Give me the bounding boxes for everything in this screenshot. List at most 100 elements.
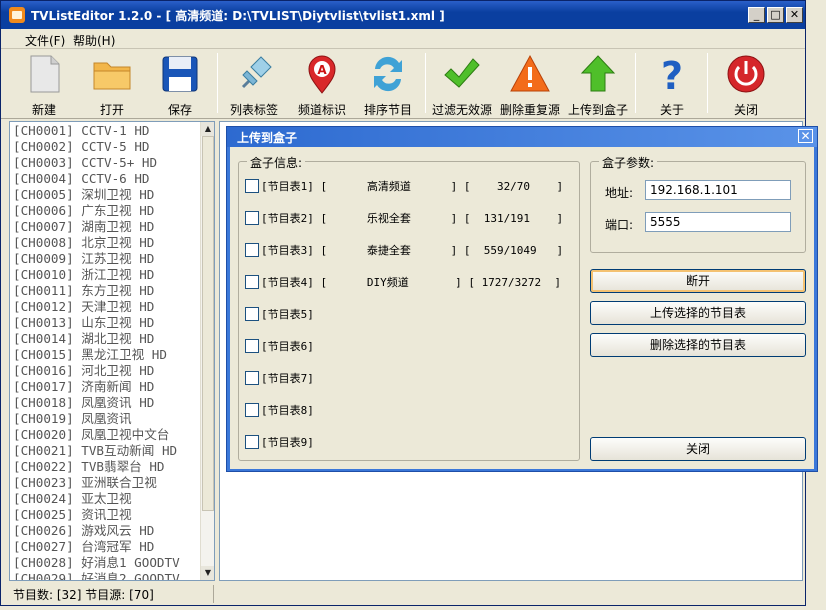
save-label: 保存 <box>167 103 192 117</box>
channel-list-item[interactable]: [CH0014] 湖北卫视 HD <box>13 331 199 347</box>
program-list-row[interactable]: [节目表6] <box>245 336 565 356</box>
box-params-title: 盒子参数: <box>599 154 658 171</box>
remove-duplicates-button[interactable]: 删除重复源 <box>497 51 563 117</box>
marker-a-icon: A <box>308 55 336 94</box>
channel-list-item[interactable]: [CH0013] 山东卫视 HD <box>13 315 199 331</box>
channel-list-item[interactable]: [CH0027] 台湾冠军 HD <box>13 539 199 555</box>
channel-list-item[interactable]: [CH0017] 济南新闻 HD <box>13 379 199 395</box>
program-list-label: [节目表3] [ 泰捷全套 ] [ 559/1049 ] <box>261 244 564 257</box>
window-title: TVListEditor 1.2.0 - [ 高清频道: D:\TVLIST\D… <box>31 9 445 23</box>
channel-list-item[interactable]: [CH0001] CCTV-1 HD <box>13 123 199 139</box>
channel-list-item[interactable]: [CH0029] 好消息2 GOODTV <box>13 571 199 580</box>
scroll-down-arrow-icon[interactable]: ▼ <box>201 566 214 580</box>
channel-list-item[interactable]: [CH0007] 湖南卫视 HD <box>13 219 199 235</box>
address-input[interactable] <box>645 180 791 200</box>
status-bar: 节目数: [32] 节目源: [70] <box>1 583 805 605</box>
title-bar[interactable]: TVListEditor 1.2.0 - [ 高清频道: D:\TVLIST\D… <box>1 1 805 29</box>
disconnect-button[interactable]: 断开 <box>590 269 806 293</box>
scroll-up-arrow-icon[interactable]: ▲ <box>201 122 214 136</box>
new-button[interactable]: 新建 <box>11 51 77 117</box>
help-icon: ? <box>661 54 683 95</box>
channel-list-item[interactable]: [CH0011] 东方卫视 HD <box>13 283 199 299</box>
about-label: 关于 <box>659 103 684 117</box>
channel-list-item[interactable]: [CH0008] 北京卫视 HD <box>13 235 199 251</box>
program-list-row[interactable]: [节目表3] [ 泰捷全套 ] [ 559/1049 ] <box>245 240 565 260</box>
port-input[interactable] <box>645 212 791 232</box>
delete-selected-button[interactable]: 删除选择的节目表 <box>590 333 806 357</box>
channel-list-item[interactable]: [CH0003] CCTV-5+ HD <box>13 155 199 171</box>
program-list-row[interactable]: [节目表7] <box>245 368 565 388</box>
close-app-button[interactable]: 关闭 <box>713 51 779 117</box>
channel-list-item[interactable]: [CH0020] 凤凰卫视中文台 <box>13 427 199 443</box>
save-button[interactable]: 保存 <box>147 51 213 117</box>
program-list-checkbox[interactable] <box>245 339 259 353</box>
channel-list-item[interactable]: [CH0026] 游戏风云 HD <box>13 523 199 539</box>
dialog-body: 盒子信息: [节目表1] [ 高清频道 ] [ 32/70 ] [节目表2] [ … <box>230 147 814 469</box>
upload-to-box-button[interactable]: 上传到盒子 <box>565 51 631 117</box>
program-list-checkbox[interactable] <box>245 179 259 193</box>
channel-list-item[interactable]: [CH0025] 资讯卫视 <box>13 507 199 523</box>
channel-list-item[interactable]: [CH0021] TVB互动新闻 HD <box>13 443 199 459</box>
channel-items: [CH0001] CCTV-1 HD [CH0002] CCTV-5 HD [CH0… <box>13 123 199 580</box>
sort-button[interactable]: 排序节目 <box>355 51 421 117</box>
list-tag-button[interactable]: 列表标签 <box>221 51 287 117</box>
dialog-close-button[interactable]: 关闭 <box>590 437 806 461</box>
program-list-row[interactable]: [节目表5] <box>245 304 565 324</box>
box-info-group: 盒子信息: [节目表1] [ 高清频道 ] [ 32/70 ] [节目表2] [ … <box>238 154 580 461</box>
channel-logo-button[interactable]: A 频道标识 <box>289 51 355 117</box>
list-tag-label: 列表标签 <box>229 103 278 117</box>
program-list-row[interactable]: [节目表9] <box>245 432 565 452</box>
program-list-checkbox[interactable] <box>245 403 259 417</box>
sort-arrows-icon <box>374 56 402 92</box>
toolbar: 新建 打开 保存 列表标签 A 频道标识 排序节目 过滤无效源 删除重复源 上传… <box>1 49 805 119</box>
channel-list-item[interactable]: [CH0023] 亚洲联合卫视 <box>13 475 199 491</box>
channel-list-scrollbar[interactable]: ▲ ▼ <box>200 122 214 580</box>
address-label: 地址: <box>605 186 634 200</box>
channel-list-item[interactable]: [CH0028] 好消息1 GOODTV <box>13 555 199 571</box>
program-list-checkbox[interactable] <box>245 211 259 225</box>
program-list-checkbox[interactable] <box>245 371 259 385</box>
box-info-title: 盒子信息: <box>247 154 306 171</box>
channel-list-item[interactable]: [CH0010] 浙江卫视 HD <box>13 267 199 283</box>
dialog-title-bar[interactable]: 上传到盒子 ✕ <box>227 127 817 147</box>
about-button[interactable]: ? 关于 <box>639 51 705 117</box>
channel-list-item[interactable]: [CH0002] CCTV-5 HD <box>13 139 199 155</box>
channel-list-item[interactable]: [CH0015] 黑龙江卫视 HD <box>13 347 199 363</box>
program-list-checkbox[interactable] <box>245 435 259 449</box>
channel-list-item[interactable]: [CH0016] 河北卫视 HD <box>13 363 199 379</box>
maximize-button[interactable]: □ <box>767 7 784 23</box>
channel-list-item[interactable]: [CH0012] 天津卫视 HD <box>13 299 199 315</box>
channel-list[interactable]: [CH0001] CCTV-1 HD [CH0002] CCTV-5 HD [CH0… <box>9 121 215 581</box>
menu-file[interactable]: 文件(F) <box>25 32 65 49</box>
channel-list-item[interactable]: [CH0009] 江苏卫视 HD <box>13 251 199 267</box>
dialog-close-icon[interactable]: ✕ <box>798 129 813 143</box>
program-list-row[interactable]: [节目表4] [ DIY频道 ] [ 1727/3272 ] <box>245 272 565 292</box>
program-list-label: [节目表4] [ DIY频道 ] [ 1727/3272 ] <box>261 276 562 289</box>
program-list-checkbox[interactable] <box>245 275 259 289</box>
upload-dialog: 上传到盒子 ✕ 盒子信息: [节目表1] [ 高清频道 ] [ 32/70 ] [… <box>226 126 818 472</box>
channel-list-item[interactable]: [CH0004] CCTV-6 HD <box>13 171 199 187</box>
channel-list-item[interactable]: [CH0005] 深圳卫视 HD <box>13 187 199 203</box>
open-button[interactable]: 打开 <box>79 51 145 117</box>
channel-list-item[interactable]: [CH0006] 广东卫视 HD <box>13 203 199 219</box>
channel-list-item[interactable]: [CH0022] TVB翡翠台 HD <box>13 459 199 475</box>
minimize-button[interactable]: _ <box>748 7 765 23</box>
channel-list-item[interactable]: [CH0018] 凤凰资讯 HD <box>13 395 199 411</box>
svg-text:?: ? <box>661 54 683 95</box>
menu-help[interactable]: 帮助(H) <box>73 32 115 49</box>
sort-label: 排序节目 <box>363 103 412 117</box>
port-label: 端口: <box>605 218 634 232</box>
program-list-row[interactable]: [节目表2] [ 乐视全套 ] [ 131/191 ] <box>245 208 565 228</box>
scroll-thumb[interactable] <box>202 136 214 511</box>
program-list-row[interactable]: [节目表1] [ 高清频道 ] [ 32/70 ] <box>245 176 565 196</box>
filter-invalid-button[interactable]: 过滤无效源 <box>429 51 495 117</box>
checkmark-icon <box>444 58 480 88</box>
channel-list-item[interactable]: [CH0024] 亚太卫视 <box>13 491 199 507</box>
upload-selected-button[interactable]: 上传选择的节目表 <box>590 301 806 325</box>
close-window-button[interactable]: ✕ <box>786 7 803 23</box>
program-list-checkbox[interactable] <box>245 243 259 257</box>
dialog-title: 上传到盒子 <box>237 131 298 145</box>
program-list-checkbox[interactable] <box>245 307 259 321</box>
program-list-row[interactable]: [节目表8] <box>245 400 565 420</box>
channel-list-item[interactable]: [CH0019] 凤凰资讯 <box>13 411 199 427</box>
